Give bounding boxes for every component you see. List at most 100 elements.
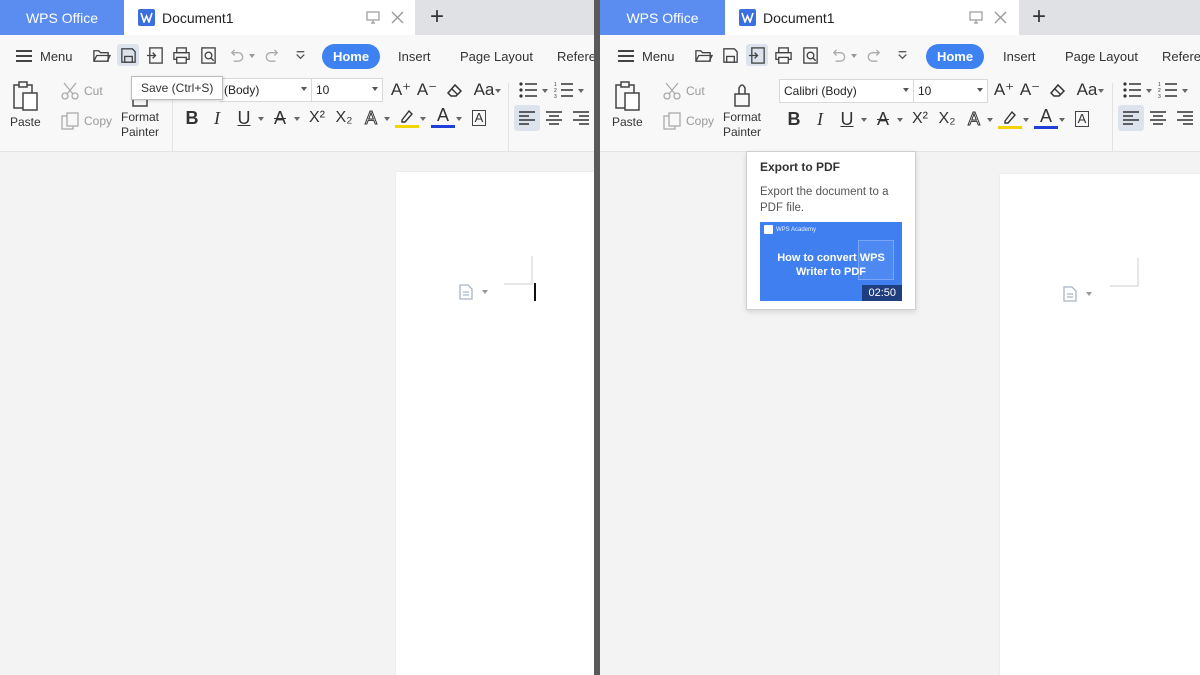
strikethrough-button[interactable]: A xyxy=(871,107,895,131)
highlight-dropdown-icon[interactable] xyxy=(420,117,426,121)
italic-button[interactable]: I xyxy=(808,107,832,131)
align-center-icon[interactable] xyxy=(541,105,567,131)
strikethrough-dropdown-icon[interactable] xyxy=(897,118,903,122)
document-tab[interactable]: Document1 xyxy=(124,0,415,35)
document-page[interactable] xyxy=(396,172,594,675)
paragraph-layout-icon[interactable] xyxy=(1062,286,1092,302)
font-color-dropdown-icon[interactable] xyxy=(456,117,462,121)
highlight-button[interactable] xyxy=(998,107,1022,129)
cut-button[interactable]: Cut xyxy=(60,81,103,101)
export-pdf-icon[interactable] xyxy=(746,44,768,66)
paragraph-layout-icon[interactable] xyxy=(458,284,488,300)
font-size-select[interactable]: 10 xyxy=(311,78,383,102)
monitor-icon[interactable] xyxy=(967,8,985,26)
align-right-icon[interactable] xyxy=(568,105,594,131)
menu-button[interactable]: Menu xyxy=(618,46,675,66)
print-preview-icon[interactable] xyxy=(799,44,821,66)
paragraph-layout-dropdown-icon[interactable] xyxy=(1086,292,1092,296)
bullet-list-icon[interactable] xyxy=(1120,78,1144,102)
export-pdf-icon[interactable] xyxy=(144,44,166,66)
decrease-font-button[interactable]: A⁻ xyxy=(1018,78,1042,102)
underline-dropdown-icon[interactable] xyxy=(861,118,867,122)
font-name-select[interactable]: Calibri (Body) xyxy=(779,79,914,103)
align-left-icon[interactable] xyxy=(1118,105,1144,131)
subscript-button[interactable]: X₂ xyxy=(935,107,959,131)
strikethrough-button[interactable]: A xyxy=(268,106,292,130)
underline-button[interactable]: U xyxy=(835,107,859,131)
tab-page-layout[interactable]: Page Layout xyxy=(1065,49,1138,64)
text-effect-dropdown-icon[interactable] xyxy=(384,117,390,121)
tab-insert[interactable]: Insert xyxy=(1003,49,1036,64)
document-tab[interactable]: Document1 xyxy=(725,0,1019,35)
undo-dropdown-icon[interactable] xyxy=(249,54,255,58)
new-tab-button[interactable]: + xyxy=(426,4,448,30)
open-folder-icon[interactable] xyxy=(692,44,714,66)
print-icon[interactable] xyxy=(772,44,794,66)
strikethrough-dropdown-icon[interactable] xyxy=(294,117,300,121)
subscript-button[interactable]: X₂ xyxy=(332,106,356,130)
wps-office-tab[interactable]: WPS Office xyxy=(0,0,124,35)
font-size-select[interactable]: 10 xyxy=(913,79,988,103)
tab-insert[interactable]: Insert xyxy=(398,49,431,64)
cut-button[interactable]: Cut xyxy=(662,81,705,101)
text-effect-button[interactable]: A xyxy=(359,106,383,130)
wps-office-tab[interactable]: WPS Office xyxy=(600,0,725,35)
undo-icon[interactable] xyxy=(827,44,849,66)
bold-button[interactable]: B xyxy=(180,106,204,130)
increase-font-button[interactable]: A⁺ xyxy=(992,78,1016,102)
save-icon[interactable] xyxy=(117,44,139,66)
close-tab-icon[interactable] xyxy=(388,8,406,26)
clear-format-button[interactable] xyxy=(443,78,467,102)
customize-toolbar-icon[interactable] xyxy=(891,44,913,66)
save-icon[interactable] xyxy=(719,44,741,66)
tab-references[interactable]: Refere xyxy=(557,49,594,64)
tab-home[interactable]: Home xyxy=(322,44,380,69)
new-tab-button[interactable]: + xyxy=(1028,4,1050,30)
print-preview-icon[interactable] xyxy=(197,44,219,66)
highlight-button[interactable] xyxy=(395,106,419,128)
text-effect-dropdown-icon[interactable] xyxy=(987,118,993,122)
tutorial-video-thumbnail[interactable]: WPS Academy How to convert WPS Writer to… xyxy=(760,222,902,301)
font-name-select[interactable]: (Body) xyxy=(220,78,312,102)
tab-references[interactable]: Refere xyxy=(1162,49,1200,64)
highlight-dropdown-icon[interactable] xyxy=(1023,118,1029,122)
font-color-button[interactable]: A xyxy=(431,105,455,128)
undo-icon[interactable] xyxy=(225,44,247,66)
numbered-list-dropdown-icon[interactable] xyxy=(1182,89,1188,93)
numbered-list-dropdown-icon[interactable] xyxy=(578,89,584,93)
paste-button[interactable]: Paste xyxy=(612,80,643,129)
print-icon[interactable] xyxy=(170,44,192,66)
underline-button[interactable]: U xyxy=(232,106,256,130)
change-case-dropdown-icon[interactable] xyxy=(1098,89,1104,93)
numbered-list-icon[interactable]: 123 xyxy=(1156,78,1180,102)
font-color-dropdown-icon[interactable] xyxy=(1059,118,1065,122)
increase-font-button[interactable]: A⁺ xyxy=(389,78,413,102)
document-page[interactable] xyxy=(1000,174,1200,675)
bullet-list-dropdown-icon[interactable] xyxy=(1146,89,1152,93)
character-border-button[interactable]: A xyxy=(1070,107,1094,131)
bullet-list-icon[interactable] xyxy=(516,78,540,102)
undo-dropdown-icon[interactable] xyxy=(851,54,857,58)
paragraph-layout-dropdown-icon[interactable] xyxy=(482,290,488,294)
align-left-icon[interactable] xyxy=(514,105,540,131)
decrease-font-button[interactable]: A⁻ xyxy=(415,78,439,102)
align-center-icon[interactable] xyxy=(1145,105,1171,131)
text-effect-button[interactable]: A xyxy=(962,107,986,131)
tab-page-layout[interactable]: Page Layout xyxy=(460,49,533,64)
character-border-button[interactable]: A xyxy=(467,106,491,130)
copy-button[interactable]: Copy xyxy=(60,111,112,131)
format-painter-button[interactable]: Format Painter xyxy=(720,80,764,140)
close-tab-icon[interactable] xyxy=(991,8,1009,26)
superscript-button[interactable]: X² xyxy=(305,106,329,130)
bullet-list-dropdown-icon[interactable] xyxy=(542,89,548,93)
superscript-button[interactable]: X² xyxy=(908,107,932,131)
change-case-dropdown-icon[interactable] xyxy=(495,89,501,93)
copy-button[interactable]: Copy xyxy=(662,111,714,131)
underline-dropdown-icon[interactable] xyxy=(258,117,264,121)
clear-format-button[interactable] xyxy=(1046,78,1070,102)
monitor-icon[interactable] xyxy=(364,8,382,26)
redo-icon[interactable] xyxy=(863,44,885,66)
redo-icon[interactable] xyxy=(261,44,283,66)
open-folder-icon[interactable] xyxy=(90,44,112,66)
menu-button[interactable]: Menu xyxy=(16,46,73,66)
